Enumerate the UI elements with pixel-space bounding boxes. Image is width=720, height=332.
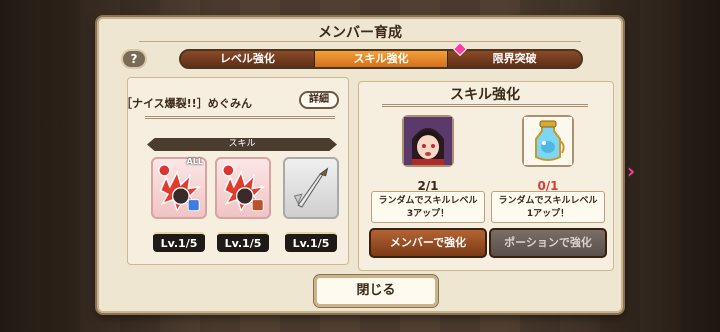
member-description-line1: ランダムでスキルレベル <box>378 196 478 206</box>
potion-material-slot[interactable] <box>522 115 574 167</box>
skill-card-1[interactable]: ALL <box>151 157 207 219</box>
member-name: ［ナイス爆裂!!］めぐみん <box>121 97 253 110</box>
next-member-arrow[interactable]: › <box>622 160 640 182</box>
enhance-with-member-button[interactable]: メンバーで強化 <box>369 228 487 258</box>
tab-bar: レベル強化 スキル強化 限界突破 <box>179 49 583 69</box>
close-button[interactable]: 閉じる <box>314 275 438 307</box>
member-description-line2: 3アップ！ <box>406 209 450 219</box>
tab-level-up[interactable]: レベル強化 <box>181 51 315 67</box>
member-portrait-icon <box>404 117 452 165</box>
dagger-icon <box>293 167 329 208</box>
skill-level-1: Lv.1/5 <box>153 232 205 252</box>
tab-limit-break[interactable]: 限界突破 <box>448 51 581 67</box>
skill-card-3[interactable] <box>283 157 339 219</box>
skill-card-2[interactable] <box>215 157 271 219</box>
dialog-title: メンバー育成 <box>318 25 402 41</box>
potion-description-line2: 1アップ！ <box>526 209 570 219</box>
potion-description-line1: ランダムでスキルレベル <box>498 196 598 206</box>
help-button[interactable]: ? <box>121 49 147 69</box>
bomb-explosion-icon <box>158 164 201 213</box>
member-training-dialog: メンバー育成 ? レベル強化 スキル強化 限界突破 ［ナイス爆裂!!］めぐみん … <box>97 17 623 313</box>
member-material-slot[interactable] <box>402 115 454 167</box>
title-divider <box>139 41 581 42</box>
tab-skill-up[interactable]: スキル強化 <box>314 51 449 67</box>
member-material-description: ランダムでスキルレベル 3アップ！ <box>371 191 485 223</box>
detail-button[interactable]: 詳細 <box>299 91 339 109</box>
potion-description: ランダムでスキルレベル 1アップ！ <box>491 191 605 223</box>
skill-all-badge: ALL <box>186 157 203 166</box>
name-divider <box>145 116 335 119</box>
skill-level-2: Lv.1/5 <box>217 232 269 252</box>
enhance-with-potion-button[interactable]: ポーションで強化 <box>489 228 607 258</box>
bomb-explosion-icon <box>222 164 265 213</box>
skill-level-3: Lv.1/5 <box>285 232 337 252</box>
skills-header: スキル <box>147 138 337 151</box>
skill-up-title: スキル強化 <box>382 83 588 107</box>
potion-icon <box>524 117 572 165</box>
